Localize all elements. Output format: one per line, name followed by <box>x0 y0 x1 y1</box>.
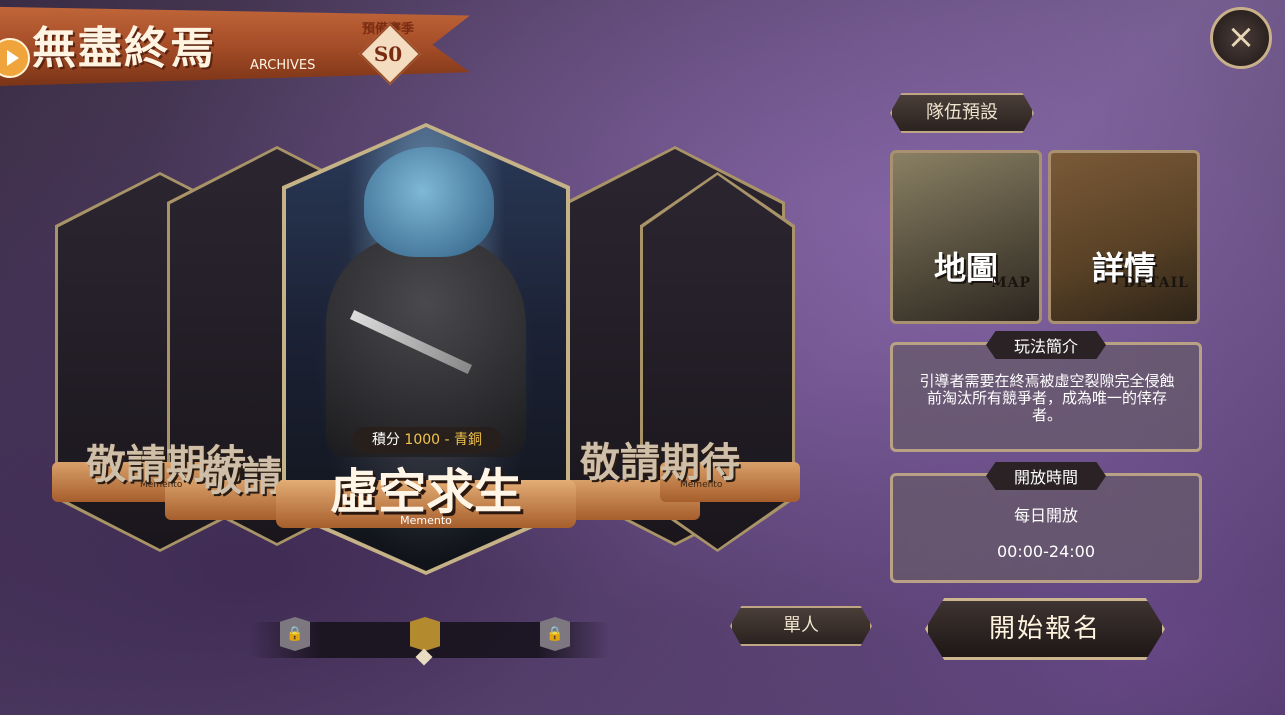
detail-tile[interactable]: 詳情 DETAIL <box>1048 150 1200 324</box>
featured-title: 虛空求生 <box>329 464 522 520</box>
open-hours: 00:00-24:00 <box>997 542 1095 561</box>
open-time-panel: 開放時間 每日開放 00:00-24:00 <box>890 462 1202 583</box>
map-tile-sub: MAP <box>991 275 1031 291</box>
page-subtitle: ARCHIVES <box>250 58 316 73</box>
detail-tile-sub: DETAIL <box>1123 275 1189 291</box>
team-preset-button[interactable]: 隊伍預設 <box>890 93 1034 133</box>
pager-active-indicator[interactable] <box>410 617 440 651</box>
start-registration-button[interactable]: 開始報名 <box>925 598 1165 660</box>
featured-subtitle: Memento <box>400 514 452 527</box>
page-title: 無盡終焉 <box>32 23 216 74</box>
season-badge: 預備賽季 S0 <box>356 18 422 86</box>
memento-label: Memento <box>140 480 183 490</box>
intro-text: 引導者需要在終焉被虛空裂隙完全侵蝕前淘汰所有競爭者，成為唯一的倖存者。 <box>919 372 1175 424</box>
character-art-hair <box>364 147 494 257</box>
close-icon[interactable]: × <box>1210 7 1272 69</box>
lock-icon[interactable]: 🔒 <box>540 617 570 651</box>
season-value: S0 <box>373 42 403 66</box>
score-value: 1000 - 青銅 <box>404 432 483 448</box>
mode-single-button[interactable]: 單人 <box>730 606 872 646</box>
intro-heading: 玩法簡介 <box>985 331 1107 359</box>
intro-panel: 玩法簡介 引導者需要在終焉被虛空裂隙完全侵蝕前淘汰所有競爭者，成為唯一的倖存者。 <box>890 331 1202 452</box>
score-label: 積分 <box>371 432 400 448</box>
lock-icon[interactable]: 🔒 <box>280 617 310 651</box>
open-time-heading: 開放時間 <box>985 462 1107 490</box>
open-days: 每日開放 <box>1013 506 1078 525</box>
map-tile[interactable]: 地圖 MAP <box>890 150 1042 324</box>
score-pill: 積分 1000 - 青銅 <box>352 427 502 453</box>
memento-label: Memento <box>680 480 723 490</box>
